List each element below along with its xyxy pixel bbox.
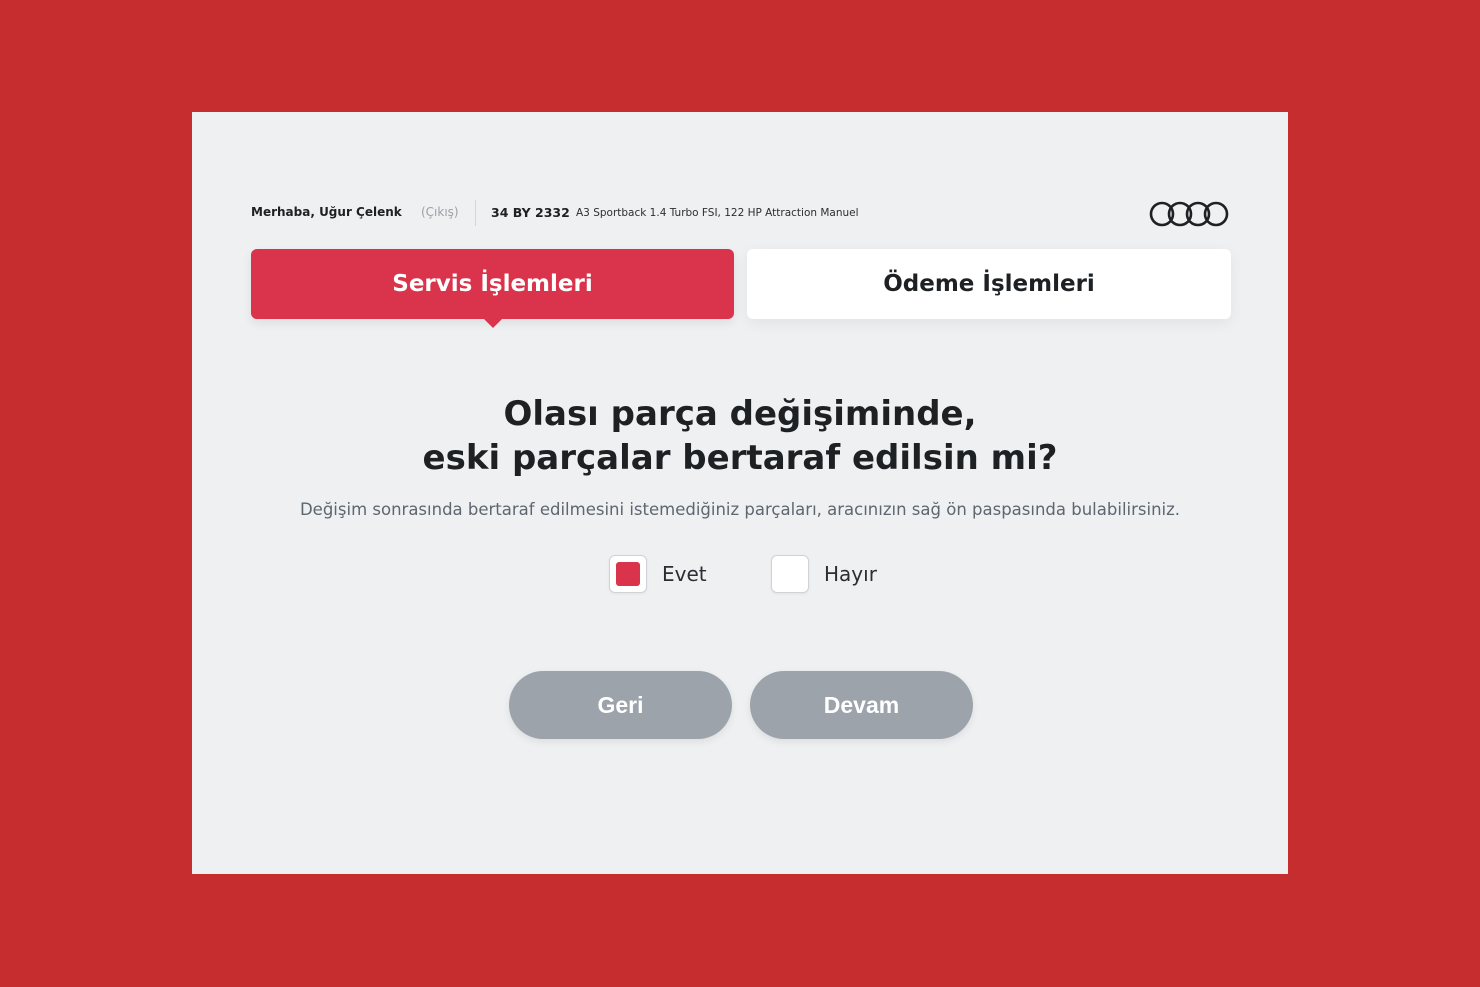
back-button[interactable]: Geri bbox=[509, 671, 732, 739]
logout-link[interactable]: (Çıkış) bbox=[421, 205, 459, 219]
option-no[interactable]: Hayır bbox=[771, 554, 877, 594]
header-divider bbox=[475, 200, 476, 226]
vehicle-plate: 34 BY 2332 bbox=[491, 205, 570, 220]
option-yes-label: Evet bbox=[662, 562, 707, 586]
user-greeting: Merhaba, Uğur Çelenk bbox=[251, 205, 402, 219]
question-line-2: eski parçalar bertaraf edilsin mi? bbox=[422, 438, 1058, 478]
vehicle-model: A3 Sportback 1.4 Turbo FSI, 122 HP Attra… bbox=[576, 207, 859, 219]
continue-button[interactable]: Devam bbox=[750, 671, 973, 739]
no-checkbox[interactable] bbox=[771, 555, 809, 593]
header-bar: Merhaba, Uğur Çelenk (Çıkış) 34 BY 2332 … bbox=[251, 200, 1231, 227]
question-description: Değişim sonrasında bertaraf edilmesini i… bbox=[299, 500, 1181, 519]
main-panel: Merhaba, Uğur Çelenk (Çıkış) 34 BY 2332 … bbox=[192, 112, 1288, 874]
answer-options: Evet Hayır bbox=[192, 554, 1288, 594]
option-no-label: Hayır bbox=[824, 562, 877, 586]
four-rings-logo-icon bbox=[1149, 201, 1229, 227]
option-yes[interactable]: Evet bbox=[609, 554, 707, 594]
tab-payment[interactable]: Ödeme İşlemleri bbox=[747, 249, 1231, 319]
question-line-1: Olası parça değişiminde, bbox=[503, 394, 977, 434]
yes-checkbox[interactable] bbox=[609, 555, 647, 593]
tab-service[interactable]: Servis İşlemleri bbox=[251, 249, 734, 328]
question-title: Olası parça değişiminde, eski parçalar b… bbox=[192, 392, 1288, 480]
checkbox-checked-mark bbox=[616, 562, 640, 586]
